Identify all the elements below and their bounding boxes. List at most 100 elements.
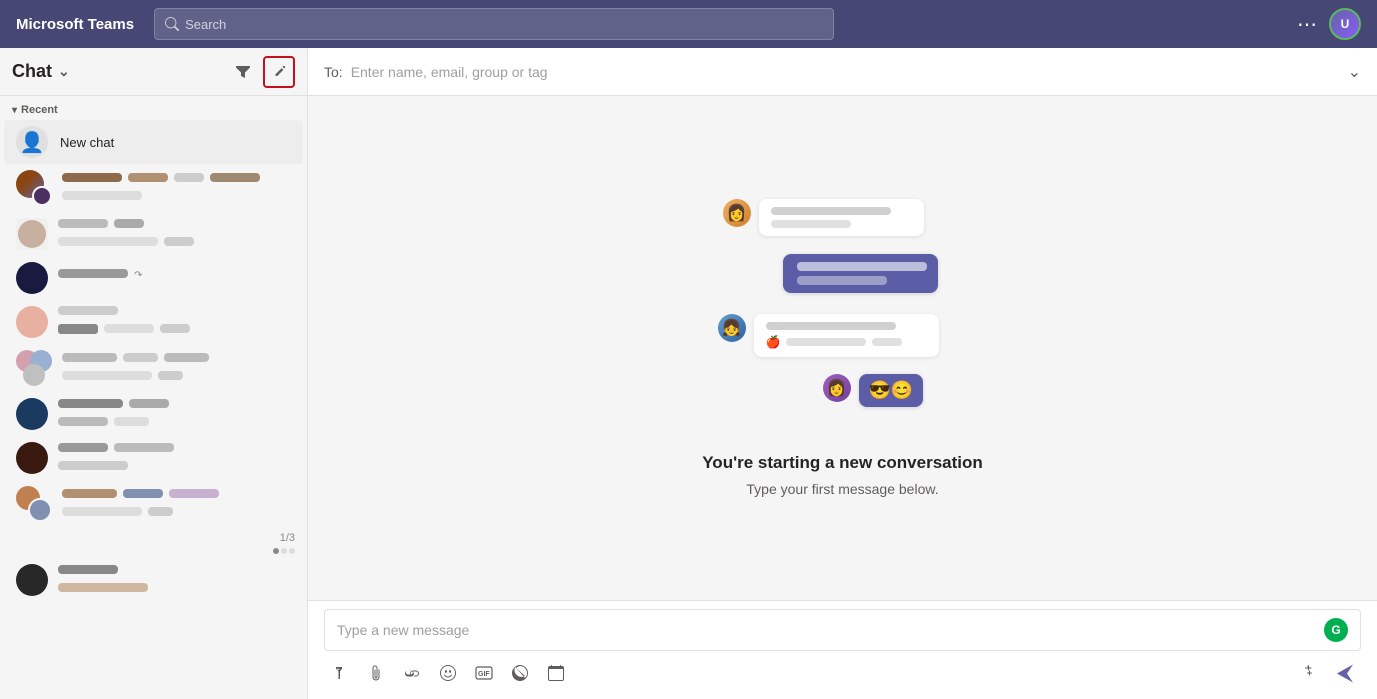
reactions-icon: [1301, 665, 1317, 681]
new-chat-content: New chat: [60, 135, 291, 150]
blur-meta: [148, 507, 173, 516]
gif-icon: GIF: [475, 665, 493, 681]
list-item[interactable]: [4, 164, 303, 212]
send-button[interactable]: [1329, 657, 1361, 689]
grammarly-button[interactable]: G: [1324, 618, 1348, 642]
compose-input-row: G: [324, 609, 1361, 651]
list-item-avatar: [16, 486, 52, 522]
list-item[interactable]: ↷: [4, 256, 303, 300]
blur-name: [58, 565, 118, 574]
search-bar[interactable]: [154, 8, 834, 40]
conversation-info: You're starting a new conversation Type …: [702, 453, 983, 497]
list-item-avatar: [16, 564, 48, 596]
list-item[interactable]: [4, 436, 303, 480]
top-bar: Microsoft Teams ⋯ U: [0, 0, 1377, 48]
blur-preview: [58, 417, 108, 426]
blur-meta: [158, 371, 183, 380]
more-options-icon[interactable]: ⋯: [1297, 12, 1317, 37]
list-item-text: [58, 219, 291, 250]
attach-button[interactable]: [360, 657, 392, 689]
list-item-text: [58, 443, 291, 474]
emoji-button[interactable]: [432, 657, 464, 689]
schedule-button[interactable]: [540, 657, 572, 689]
msg-avatar-4: 👩: [823, 374, 851, 402]
gif-button[interactable]: GIF: [468, 657, 500, 689]
blur-name2: [128, 173, 168, 182]
conversation-subtitle: Type your first message below.: [702, 481, 983, 497]
blur-name: [62, 173, 122, 182]
main-layout: Chat ⌄ Recent 👤: [0, 48, 1377, 699]
attach-icon: [368, 665, 384, 681]
list-item[interactable]: [4, 344, 303, 392]
chat-list: ↷: [0, 164, 307, 699]
list-item-avatar: [16, 442, 48, 474]
blur-meta: [114, 417, 149, 426]
link-icon: [404, 665, 420, 681]
filter-button[interactable]: [227, 56, 259, 88]
compose-input[interactable]: [337, 622, 1324, 638]
compose-toolbar: GIF: [324, 655, 1361, 691]
sidebar-header: Chat ⌄: [0, 48, 307, 96]
search-input[interactable]: [185, 17, 823, 32]
svg-text:GIF: GIF: [478, 671, 490, 678]
user-avatar[interactable]: U: [1329, 8, 1361, 40]
blur-name4: [210, 173, 260, 182]
blur-preview: [58, 237, 158, 246]
blur-name: [58, 219, 108, 228]
app-title: Microsoft Teams: [16, 16, 134, 33]
top-bar-right: ⋯ U: [1297, 8, 1361, 40]
blur-name2: [114, 219, 144, 228]
list-item[interactable]: [4, 212, 303, 256]
list-item-avatar: [16, 306, 48, 338]
sticker-icon: [512, 665, 528, 681]
blur-name: [62, 489, 117, 498]
new-chat-label: New chat: [60, 135, 291, 150]
msg-avatar-3: 👧: [718, 314, 746, 342]
search-icon: [165, 17, 179, 31]
compose-area: G GIF: [308, 600, 1377, 699]
to-bar: To: ⌄: [308, 48, 1377, 96]
list-item-avatar: [16, 398, 48, 430]
compose-button[interactable]: [263, 56, 295, 88]
new-chat-item[interactable]: 👤 New chat: [4, 120, 303, 164]
list-item-avatar: [16, 170, 52, 206]
blur-name: [58, 269, 128, 278]
list-item[interactable]: [4, 300, 303, 344]
chat-title-button[interactable]: Chat ⌄: [12, 61, 70, 82]
blur-preview: [104, 324, 154, 333]
avatar-secondary: [32, 186, 52, 206]
blur-name3: [164, 353, 209, 362]
list-item-avatar: [16, 218, 48, 250]
list-item[interactable]: [4, 392, 303, 436]
blur-name: [58, 306, 118, 315]
schedule-icon: [548, 665, 564, 681]
blur-name: [62, 353, 117, 362]
blur-preview: [62, 191, 142, 200]
compose-icon: [272, 65, 286, 79]
chat-main: 👩 👧 🍎: [308, 96, 1377, 600]
link-button[interactable]: [396, 657, 428, 689]
blur-name3: [169, 489, 219, 498]
blur-name: [58, 443, 108, 452]
msg-bubble-2: [783, 254, 938, 293]
list-item-avatar: [16, 262, 48, 294]
list-item-text: [58, 306, 291, 338]
list-item[interactable]: [4, 558, 303, 602]
list-item-text: [62, 353, 291, 384]
blur-name2: [123, 353, 158, 362]
to-input[interactable]: [351, 64, 1348, 80]
list-item[interactable]: [4, 480, 303, 528]
reactions-button[interactable]: [1293, 657, 1325, 689]
recent-section-label: Recent: [0, 96, 307, 120]
list-item-text: [58, 399, 291, 430]
sticker-button[interactable]: [504, 657, 536, 689]
format-button[interactable]: [324, 657, 356, 689]
blur-preview: [62, 507, 142, 516]
emoji-icon: [440, 665, 456, 681]
conversation-title: You're starting a new conversation: [702, 453, 983, 473]
chat-title-chevron: ⌄: [58, 63, 70, 80]
chat-title-label: Chat: [12, 61, 52, 82]
content-area: To: ⌄ 👩: [308, 48, 1377, 699]
msg-content-4: 😎😊: [859, 374, 924, 407]
blur-name2: [114, 443, 174, 452]
